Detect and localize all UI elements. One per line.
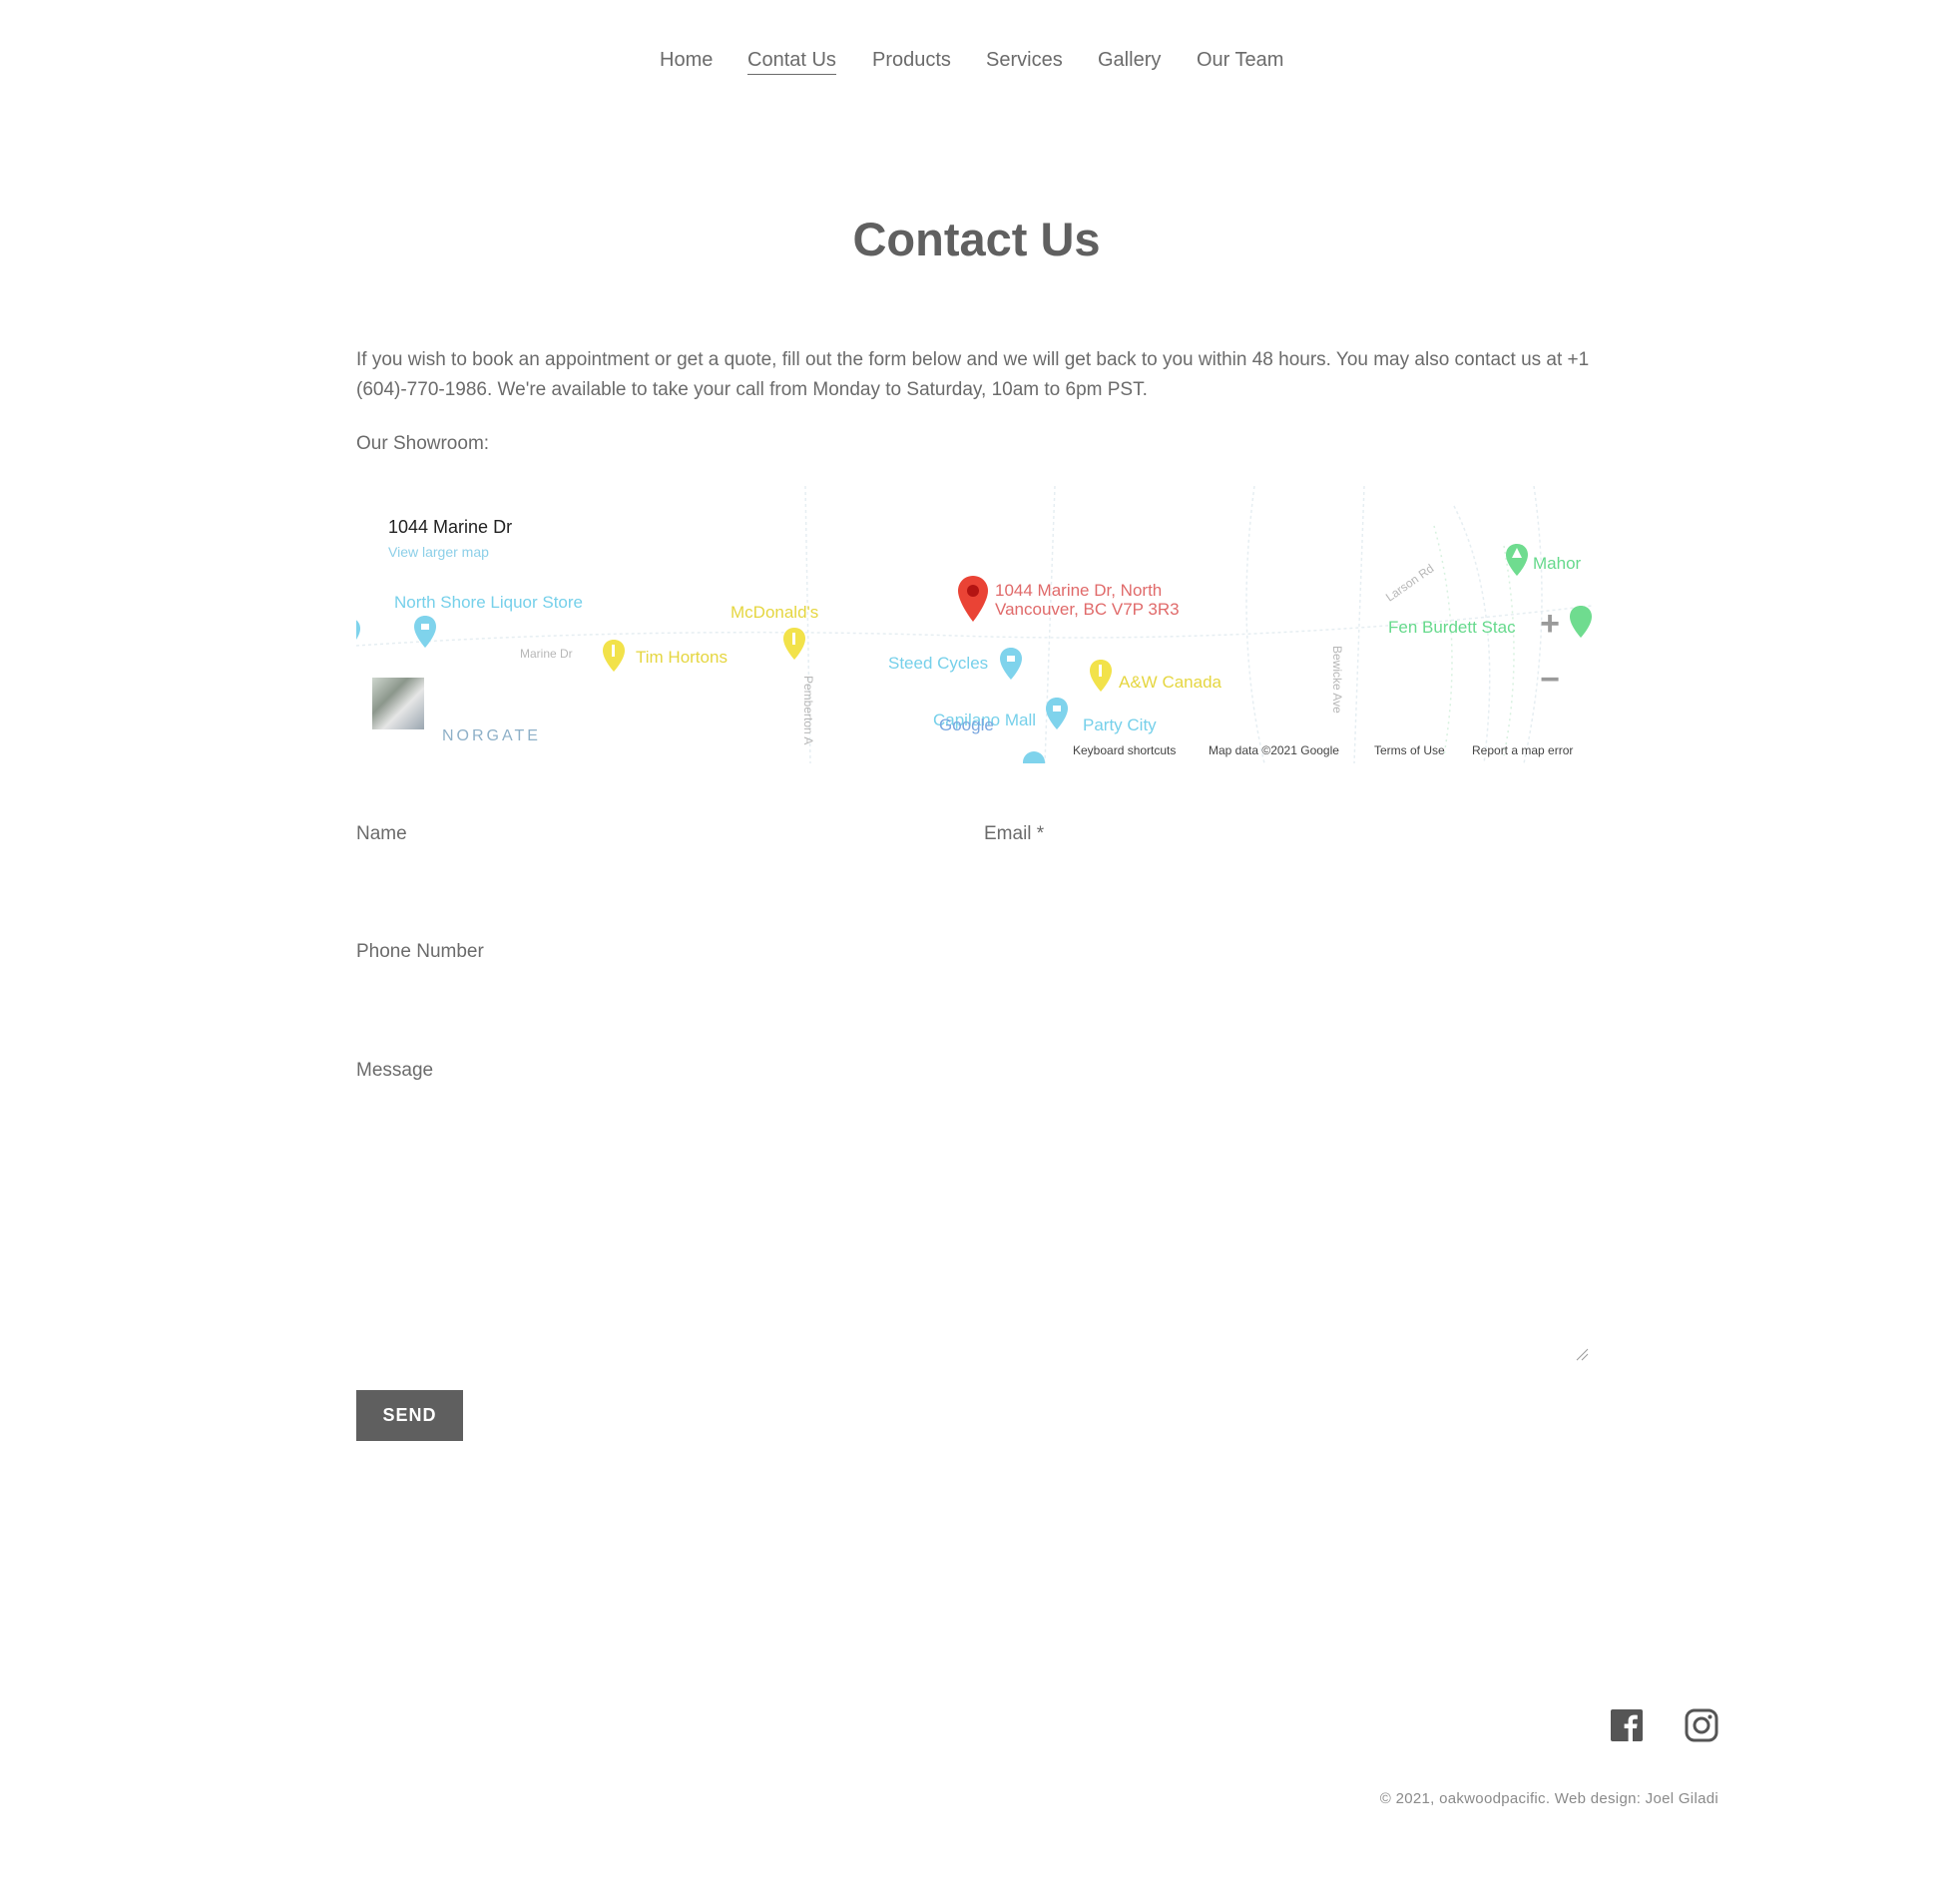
phone-field[interactable] <box>356 968 1595 1010</box>
restaurant-pin-icon <box>603 640 625 672</box>
page-title: Contact Us <box>852 213 1101 265</box>
resize-handle-icon[interactable] <box>1575 1347 1589 1361</box>
satellite-toggle[interactable] <box>372 678 424 729</box>
message-label: Message <box>356 1060 434 1081</box>
terms-of-use-link[interactable]: Terms of Use <box>1374 743 1445 757</box>
shopping-pin-icon <box>1023 751 1045 763</box>
main-nav: Home Contat Us Products Services Gallery… <box>0 46 1953 76</box>
nav-gallery[interactable]: Gallery <box>1098 46 1161 74</box>
view-larger-map-link[interactable]: View larger map <box>388 544 489 560</box>
park-pin-icon <box>1570 606 1592 638</box>
showroom-map[interactable]: 1044 Marine Dr View larger map 1044 Mari… <box>356 486 1592 763</box>
poi-aw-canada[interactable]: A&W Canada <box>1119 673 1221 693</box>
park-pin-icon <box>1506 544 1528 576</box>
poi-mahon[interactable]: Mahor <box>1533 554 1581 574</box>
instagram-icon <box>1685 1708 1718 1742</box>
nav-our-team[interactable]: Our Team <box>1197 46 1283 74</box>
phone-label: Phone Number <box>356 941 484 962</box>
email-field[interactable] <box>984 850 1595 892</box>
shopping-pin-icon <box>1000 648 1022 680</box>
poi-fen-burdett[interactable]: Fen Burdett Stac <box>1388 618 1516 638</box>
google-logo: Google <box>939 715 994 734</box>
facebook-icon <box>1611 1709 1643 1741</box>
address-pin-icon <box>958 576 988 622</box>
poi-mcdonalds[interactable]: McDonald's <box>731 603 818 623</box>
map-data-credit: Map data ©2021 Google <box>1209 743 1339 757</box>
district-norgate: NORGATE <box>442 727 541 744</box>
intro-text: If you wish to book an appointment or ge… <box>356 349 1590 400</box>
zoom-out-button[interactable]: − <box>1532 662 1568 698</box>
instagram-link[interactable] <box>1684 1707 1719 1743</box>
map-card-title: 1044 Marine Dr <box>388 517 513 537</box>
email-label: Email * <box>984 823 1045 844</box>
street-pemberton: Pemberton A <box>801 676 815 745</box>
poi-steed-cycles[interactable]: Steed Cycles <box>888 654 988 674</box>
send-button[interactable]: SEND <box>356 1390 463 1441</box>
facebook-link[interactable] <box>1609 1707 1645 1743</box>
shopping-pin-icon <box>1046 698 1068 729</box>
street-bewicke-ave: Bewicke Ave <box>1330 646 1344 714</box>
nav-products[interactable]: Products <box>872 46 951 74</box>
keyboard-shortcuts-link[interactable]: Keyboard shortcuts <box>1073 743 1176 757</box>
nav-contact[interactable]: Contat Us <box>747 46 836 75</box>
street-marine-dr: Marine Dr <box>520 647 573 661</box>
shopping-pin-icon <box>356 620 360 640</box>
name-field[interactable] <box>356 850 969 892</box>
restaurant-pin-icon <box>783 628 805 660</box>
poi-liquor-store[interactable]: North Shore Liquor Store <box>394 593 583 613</box>
nav-services[interactable]: Services <box>986 46 1063 74</box>
shopping-pin-icon <box>414 616 436 648</box>
message-field[interactable] <box>356 1090 1595 1363</box>
map-address-line2: Vancouver, BC V7P 3R3 <box>995 600 1180 619</box>
restaurant-pin-icon <box>1090 660 1112 692</box>
poi-party-city[interactable]: Party City <box>1083 715 1157 735</box>
showroom-label: Our Showroom: <box>356 433 490 454</box>
copyright-text: © 2021, oakwoodpacific. Web design: Joel… <box>1379 1790 1718 1807</box>
name-label: Name <box>356 823 407 844</box>
zoom-in-button[interactable]: + <box>1532 606 1568 642</box>
report-map-error-link[interactable]: Report a map error <box>1472 743 1573 757</box>
map-address-line1: 1044 Marine Dr, North <box>995 581 1163 600</box>
nav-home[interactable]: Home <box>660 46 713 74</box>
poi-tim-hortons[interactable]: Tim Hortons <box>636 648 728 668</box>
